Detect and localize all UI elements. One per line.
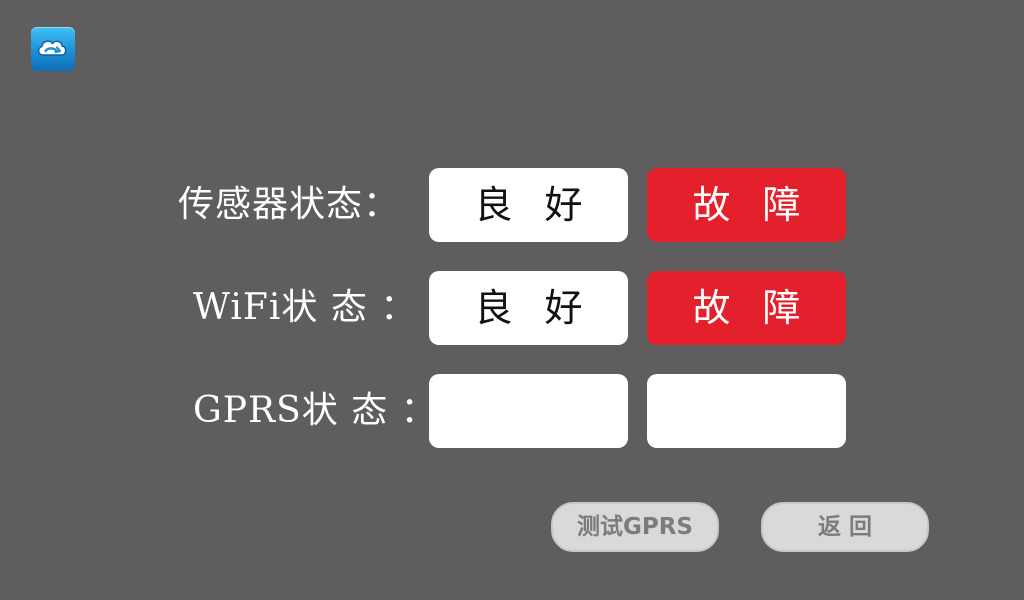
gprs-status-label: GPRS状 态 ： (193, 390, 438, 431)
gprs-status-box-left[interactable] (429, 374, 628, 448)
gprs-status-box-right[interactable] (647, 374, 846, 448)
test-gprs-button[interactable]: 测试GPRS (551, 502, 719, 552)
sensor-status-fault-button[interactable]: 故 障 (647, 168, 846, 242)
sensor-status-good-button[interactable]: 良 好 (429, 168, 628, 242)
back-button[interactable]: 返 回 (761, 502, 929, 552)
wifi-status-fault-button[interactable]: 故 障 (647, 271, 846, 345)
sensor-status-label: 传感器状态： (178, 184, 401, 225)
wifi-status-good-button[interactable]: 良 好 (429, 271, 628, 345)
cloud-icon[interactable] (31, 27, 75, 71)
wifi-status-label: WiFi状 态 ： (193, 287, 418, 328)
